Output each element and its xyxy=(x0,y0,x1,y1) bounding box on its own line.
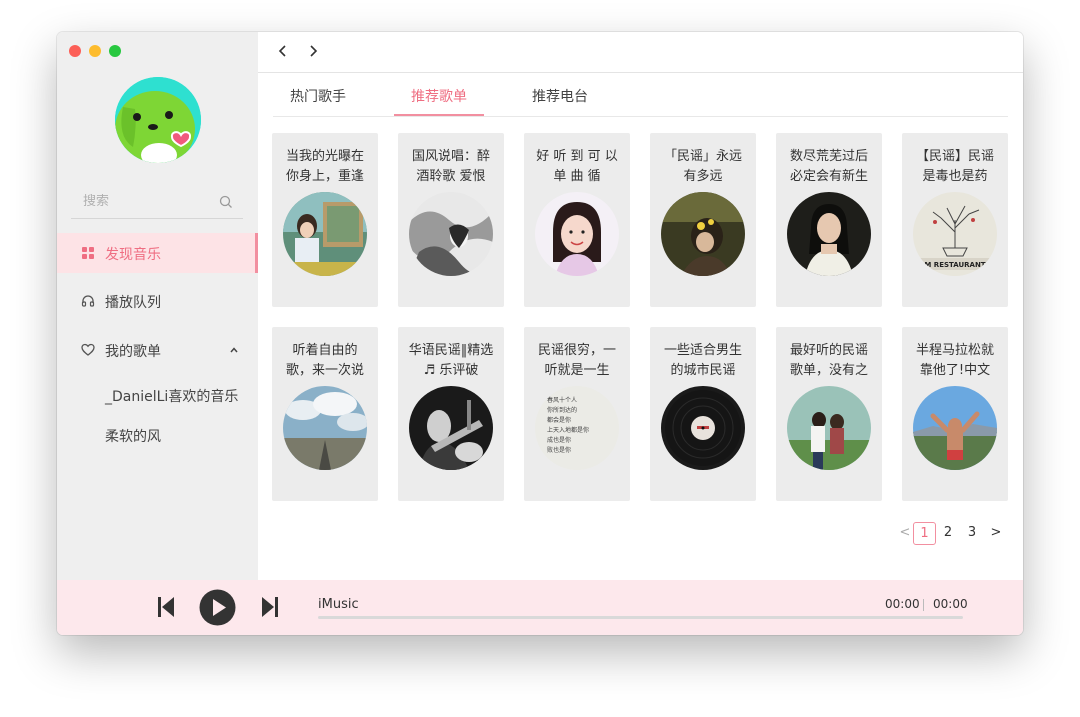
active-tab-indicator xyxy=(394,114,484,116)
playlist-title: 华语民谣‖精选♬ 乐评破 xyxy=(408,343,494,378)
playlist-cover xyxy=(409,192,493,276)
playlist-cover xyxy=(661,386,745,470)
avatar[interactable] xyxy=(115,77,201,163)
svg-text:上天入地都是你: 上天入地都是你 xyxy=(547,426,589,434)
playlist-card[interactable]: 听着自由的歌，来一次说 xyxy=(272,327,378,501)
playlist-title: 民谣很穷，一听就是一生 xyxy=(537,343,616,378)
svg-text:都会是你: 都会是你 xyxy=(547,416,571,424)
nav-label: 我的歌单 xyxy=(105,344,161,360)
page-button[interactable]: 2 xyxy=(937,522,959,544)
playlist-card[interactable]: 民谣很穷，一听就是一生 春风十个人 你所到达的 都会是你 上天入地都是你 成也是… xyxy=(524,327,630,501)
tab-divider xyxy=(273,116,1008,117)
playlist-card[interactable]: 一些适合男生的城市民谣 xyxy=(650,327,756,501)
player-bar: iMusic 00:00 00:00 xyxy=(57,580,1023,635)
playlist-card[interactable]: 「民谣」永远有多远 xyxy=(650,133,756,307)
playlist-title: 最好听的民谣歌单，没有之 xyxy=(789,343,868,378)
next-page-button[interactable]: > xyxy=(985,522,1007,544)
page-button[interactable]: 1 xyxy=(913,522,936,545)
search-input[interactable] xyxy=(83,194,213,209)
cover-caption: M RESTAURANT xyxy=(924,261,985,269)
nav-label: 播放队列 xyxy=(105,295,161,311)
playlist-title: 好 听 到 可 以 单 曲 循 xyxy=(536,149,618,184)
headphones-icon xyxy=(81,295,95,307)
playlist-cover xyxy=(283,386,367,470)
svg-text:你所到达的: 你所到达的 xyxy=(547,406,577,414)
playlist-card[interactable]: 数尽荒芜过后必定会有新生 xyxy=(776,133,882,307)
playlist-title: 「民谣」永远有多远 xyxy=(663,149,742,184)
forward-arrow-icon[interactable] xyxy=(306,44,320,58)
zoom-window-button[interactable] xyxy=(109,45,121,57)
svg-text:春风十个人: 春风十个人 xyxy=(547,396,577,404)
playlist-item[interactable]: _DanielLi喜欢的音乐 xyxy=(105,386,238,406)
playlist-card[interactable]: 国风说唱：醉酒聆歌 爱恨 xyxy=(398,133,504,307)
search-box xyxy=(71,190,243,219)
track-title: iMusic xyxy=(318,597,359,612)
tab-recommended-playlists[interactable]: 推荐歌单 xyxy=(394,86,484,106)
playlist-card[interactable]: 好 听 到 可 以 单 曲 循 xyxy=(524,133,630,307)
tab-hot-singers[interactable]: 热门歌手 xyxy=(273,86,363,106)
page-button[interactable]: 3 xyxy=(961,522,983,544)
playlist-cover xyxy=(283,192,367,276)
chevron-up-icon[interactable] xyxy=(229,345,239,355)
toolbar xyxy=(258,32,1023,73)
playlist-title: 国风说唱：醉酒聆歌 爱恨 xyxy=(411,149,490,184)
playlist-cover xyxy=(409,386,493,470)
total-time: 00:00 xyxy=(933,597,968,611)
playlist-cover: 春风十个人 你所到达的 都会是你 上天入地都是你 成也是你 败也是你 xyxy=(535,386,619,470)
svg-text:败也是你: 败也是你 xyxy=(547,446,571,454)
time-separator xyxy=(923,599,924,611)
playlist-title: 当我的光曝在你身上，重逢 xyxy=(285,149,364,184)
playlist-item[interactable]: 柔软的风 xyxy=(105,426,161,446)
tab-recommended-radio[interactable]: 推荐电台 xyxy=(515,86,605,106)
playlist-card[interactable]: 【民谣】民谣是毒也是药 M RESTAURANT xyxy=(902,133,1008,307)
search-icon[interactable] xyxy=(219,195,233,209)
nav-play-queue[interactable]: 播放队列 xyxy=(57,281,258,321)
elapsed-time: 00:00 xyxy=(885,597,920,611)
playlist-cover xyxy=(913,386,997,470)
playlist-card[interactable]: 最好听的民谣歌单，没有之 xyxy=(776,327,882,501)
next-track-icon[interactable] xyxy=(261,596,279,618)
playlist-grid: 当我的光曝在你身上，重逢 国风说唱：醉酒聆歌 爱恨 好 听 到 可 以 单 曲 … xyxy=(272,133,1009,509)
playlist-title: 半程马拉松就靠他了!中文 xyxy=(915,343,994,378)
progress-bar[interactable] xyxy=(318,616,963,619)
back-arrow-icon[interactable] xyxy=(276,44,290,58)
nav-discover-music[interactable]: 发现音乐 xyxy=(57,233,258,273)
tab-bar: 热门歌手 推荐歌单 推荐电台 xyxy=(258,72,1023,117)
playlist-title: 听着自由的歌，来一次说 xyxy=(285,343,364,378)
playlist-cover xyxy=(787,192,871,276)
playlist-cover xyxy=(661,192,745,276)
nav-my-playlists[interactable]: 我的歌单 xyxy=(57,330,258,370)
heart-icon xyxy=(81,343,95,356)
playlist-title: 数尽荒芜过后必定会有新生 xyxy=(789,149,868,184)
playlist-card[interactable]: 当我的光曝在你身上，重逢 xyxy=(272,133,378,307)
playlist-title: 一些适合男生的城市民谣 xyxy=(663,343,742,378)
pagination: < 1 2 3 > xyxy=(894,522,1010,546)
playlist-card[interactable]: 华语民谣‖精选♬ 乐评破 xyxy=(398,327,504,501)
nav-label: 发现音乐 xyxy=(105,247,161,263)
playlist-cover xyxy=(535,192,619,276)
playlist-cover: M RESTAURANT xyxy=(913,192,997,276)
app-window: 发现音乐 播放队列 我的歌单 _DanielLi喜欢的音乐 柔软的风 xyxy=(57,32,1023,635)
close-window-button[interactable] xyxy=(69,45,81,57)
playlist-cover xyxy=(787,386,871,470)
grid-icon xyxy=(82,247,94,259)
sidebar: 发现音乐 播放队列 我的歌单 _DanielLi喜欢的音乐 柔软的风 xyxy=(57,32,258,580)
play-button[interactable] xyxy=(199,589,236,626)
previous-track-icon[interactable] xyxy=(157,596,175,618)
playlist-title: 【民谣】民谣是毒也是药 xyxy=(915,149,994,184)
minimize-window-button[interactable] xyxy=(89,45,101,57)
svg-text:成也是你: 成也是你 xyxy=(547,436,571,444)
playlist-card[interactable]: 半程马拉松就靠他了!中文 xyxy=(902,327,1008,501)
